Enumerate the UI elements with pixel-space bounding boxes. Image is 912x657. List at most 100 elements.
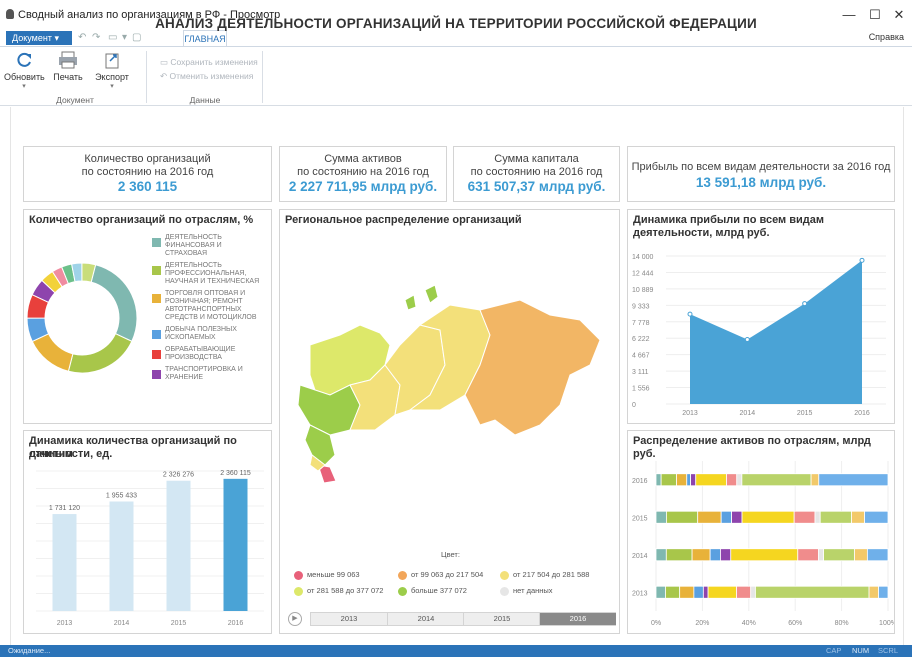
stacked-segment[interactable] [665,548,693,562]
cancel-changes-button[interactable]: ↶ Отменить изменения [160,71,253,82]
stacked-segment[interactable] [736,473,743,487]
org-count-bar[interactable] [223,478,248,611]
stacked-segment[interactable] [702,585,709,599]
year-slider-step[interactable]: 2016 [539,613,616,625]
stacked-segment[interactable] [709,548,721,562]
stacked-segment[interactable] [693,585,704,599]
refresh-button[interactable]: Обновить ▾ [4,51,45,90]
map-legend-item: от 281 588 до 377 072 [294,586,383,596]
tab-home[interactable]: ГЛАВНАЯ [183,30,227,46]
org-count-bar[interactable] [52,514,77,611]
stacked-segment[interactable] [814,510,821,524]
org-count-bar[interactable] [166,480,191,611]
legend-label: больше 377 072 [411,586,467,595]
legend-label-line: розничная; ремонт [165,298,243,305]
stacked-segment[interactable] [864,510,889,524]
legend-label-line: Обрабатывающие [165,346,236,353]
y-tick-label: 6 222 [632,336,650,343]
legend-label: Обрабатывающие производства [165,346,270,362]
profit-point[interactable] [802,301,808,307]
stacked-segment[interactable] [823,548,855,562]
stacked-segment[interactable] [697,510,722,524]
kpi-card-organizations: Количество организаций по состоянию на 2… [23,146,272,202]
kpi-label: Сумма активов [324,153,402,165]
stacked-segment[interactable] [793,510,816,524]
stacked-segment[interactable] [878,585,889,599]
donut-legend: Деятельность финансовая и страховая Деятель… [152,234,270,386]
legend-label-line: ископаемых [165,334,216,341]
map-region-islands[interactable] [404,285,439,311]
stacked-segment[interactable] [655,473,662,487]
stacked-segment[interactable] [854,548,868,562]
stacked-segment[interactable] [720,510,732,524]
legend-label-line: производства [165,354,222,361]
export-button[interactable]: Экспорт ▾ [92,51,132,90]
map-panel: Региональное распределение организаций Ц… [279,209,620,634]
stacked-segment[interactable] [686,473,692,487]
stacked-segment[interactable] [655,548,667,562]
stacked-segment[interactable] [695,473,727,487]
stacked-segment[interactable] [817,548,824,562]
save-changes-button[interactable]: ▭ Сохранить изменения [160,57,258,68]
stacked-segment[interactable] [726,473,738,487]
stacked-segment[interactable] [851,510,865,524]
legend-label: нет данных [513,586,553,595]
stacked-segment[interactable] [707,585,737,599]
x-tick-label: 2014 [114,620,130,627]
profit-point[interactable] [687,311,693,317]
stacked-segment[interactable] [655,585,666,599]
legend-label: Добыча полезных ископаемых [165,326,270,342]
legend-swatch [500,586,509,596]
stacked-segment[interactable] [741,473,812,487]
profit-area[interactable] [690,260,862,404]
stacked-segment[interactable] [691,548,711,562]
year-slider-step[interactable]: 2014 [387,613,464,625]
year-slider-step[interactable]: 2015 [463,613,540,625]
year-slider[interactable]: 2013 2014 2015 2016 [310,612,616,626]
preview-icon[interactable]: ▢ [132,32,141,43]
stacked-segment[interactable] [676,473,688,487]
donut-slice-0[interactable] [90,264,138,343]
legend-swatch [398,586,407,596]
profit-point[interactable] [859,257,865,263]
document-menu-button[interactable]: Документ ▾ [6,31,72,45]
redo-icon[interactable]: ↷ [92,32,100,43]
stacked-segment[interactable] [660,473,677,487]
stacked-segment[interactable] [797,548,819,562]
donut-slice-2[interactable] [31,333,74,372]
stacked-segment[interactable] [866,548,889,562]
y-tick-label: 7 778 [632,320,650,327]
stacked-segment[interactable] [736,585,752,599]
print-button[interactable]: Печать [48,51,88,82]
stacked-segment[interactable] [730,548,799,562]
ribbon-body: Обновить ▾ Печать Экспорт ▾ Документ ▭ С… [0,46,912,106]
org-count-bar[interactable] [109,501,134,611]
bar-value-label: 1 955 433 [106,492,137,499]
legend-label: Деятельность профессиональная, научная и т… [165,262,270,286]
map-region-far-east[interactable] [464,299,601,436]
stacked-segment[interactable] [818,473,889,487]
stacked-segment[interactable] [665,585,681,599]
x-tick-label: 2016 [228,620,244,627]
stacked-segment[interactable] [810,473,820,487]
stacked-segment[interactable] [868,585,879,599]
year-slider-step[interactable]: 2013 [311,613,387,625]
russia-map[interactable] [290,285,610,500]
stacked-segment[interactable] [655,510,667,524]
stacked-segment[interactable] [720,548,732,562]
stacked-segment[interactable] [741,510,795,524]
play-button[interactable]: ▶ [288,612,302,626]
help-link[interactable]: Справка [869,32,904,42]
stacked-segment[interactable] [731,510,743,524]
donut-slice-1[interactable] [67,333,133,374]
stacked-segment[interactable] [690,473,697,487]
stacked-segment[interactable] [666,510,699,524]
stacked-segment[interactable] [750,585,756,599]
undo-icon[interactable]: ↶ [78,32,86,43]
profit-point[interactable] [744,337,750,343]
stacked-segment[interactable] [679,585,695,599]
dropdown-icon[interactable]: ▾ [122,32,127,43]
stacked-segment[interactable] [819,510,852,524]
save-icon[interactable]: ▭ [108,32,117,43]
stacked-segment[interactable] [755,585,870,599]
